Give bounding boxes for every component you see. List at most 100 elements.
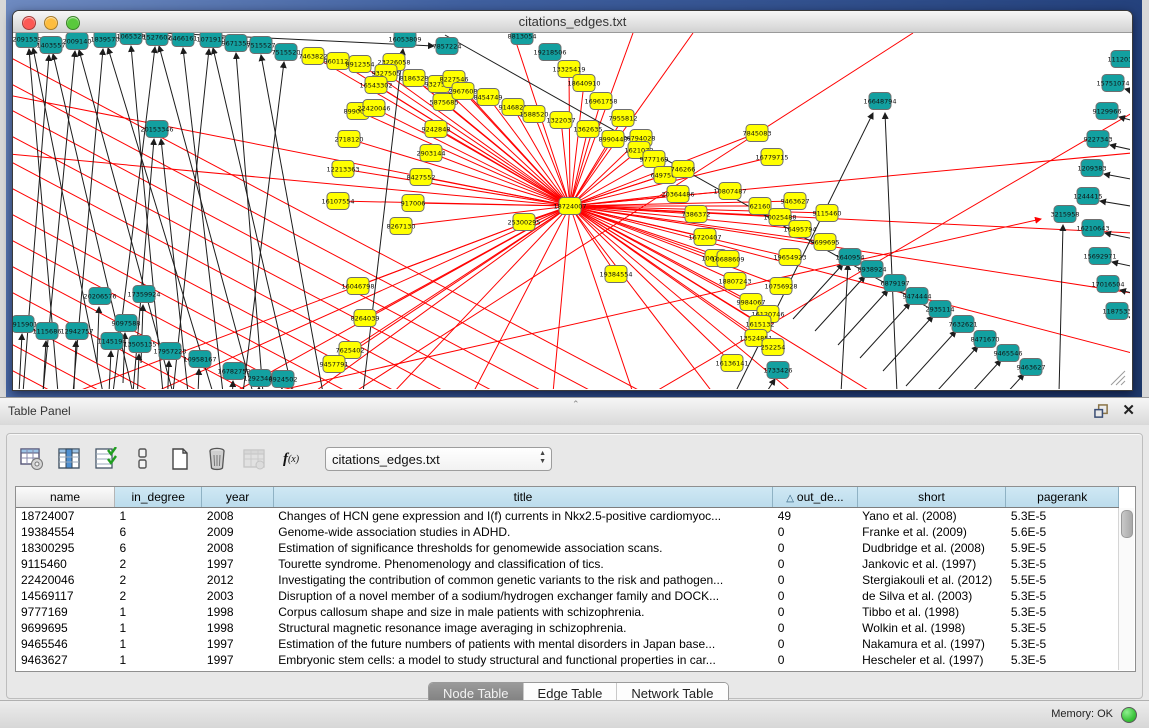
table-cell[interactable]: 2012: [202, 572, 273, 588]
table-cell[interactable]: 1: [114, 636, 201, 652]
table-cell[interactable]: Estimation of the future numbers of pati…: [273, 636, 772, 652]
table-cell[interactable]: 18300295: [16, 540, 114, 556]
table-cell[interactable]: 5.9E-5: [1006, 540, 1119, 556]
table-cell[interactable]: 1: [114, 604, 201, 620]
edge[interactable]: [159, 46, 253, 389]
table-cell[interactable]: 0: [773, 524, 857, 540]
table-cell[interactable]: 18724007: [16, 508, 114, 525]
selected-edge[interactable]: [13, 153, 570, 206]
column-header-in_degree[interactable]: in_degree: [114, 487, 201, 508]
table-cell[interactable]: 1997: [202, 556, 273, 572]
row-selection-icon[interactable]: [93, 446, 119, 472]
selected-edge[interactable]: [376, 85, 570, 206]
table-cell[interactable]: Stergiakouli et al. (2012): [857, 572, 1006, 588]
edge[interactable]: [1059, 225, 1063, 389]
edge[interactable]: [1129, 317, 1130, 330]
table-source-combobox[interactable]: citations_edges.txt ▲▼: [325, 447, 552, 471]
table-cell[interactable]: 9699695: [16, 620, 114, 636]
network-window[interactable]: citations_edges.txt 74638229601128891235…: [12, 10, 1133, 391]
selected-edge[interactable]: [431, 153, 570, 206]
table-cell[interactable]: Tourette syndrome. Phenomenology and cla…: [273, 556, 772, 572]
table-cell[interactable]: 9465546: [16, 636, 114, 652]
table-row[interactable]: 969969511998Structural magnetic resonanc…: [16, 620, 1119, 636]
table-cell[interactable]: 0: [773, 572, 857, 588]
show-columns-icon[interactable]: [56, 446, 82, 472]
column-header-name[interactable]: name: [16, 487, 114, 508]
table-vertical-scrollbar[interactable]: [1118, 508, 1134, 670]
table-cell[interactable]: 1997: [202, 652, 273, 668]
selected-edge[interactable]: [570, 129, 588, 206]
table-row[interactable]: 1938455462009Genome-wide association stu…: [16, 524, 1119, 540]
selected-edge[interactable]: [313, 206, 570, 389]
table-cell[interactable]: Hescheler et al. (1997): [857, 652, 1006, 668]
edge[interactable]: [1105, 233, 1130, 247]
column-header-title[interactable]: title: [273, 487, 772, 508]
table-cell[interactable]: Tibbo et al. (1998): [857, 604, 1006, 620]
table-cell[interactable]: 5.3E-5: [1006, 508, 1119, 525]
table-cell[interactable]: 1: [114, 508, 201, 525]
table-cell[interactable]: 49: [773, 508, 857, 525]
table-cell[interactable]: 22420046: [16, 572, 114, 588]
window-titlebar[interactable]: citations_edges.txt: [13, 11, 1132, 33]
table-cell[interactable]: 1: [114, 620, 201, 636]
table-cell[interactable]: 1998: [202, 604, 273, 620]
table-cell[interactable]: Wolkin et al. (1998): [857, 620, 1006, 636]
edge[interactable]: [279, 388, 282, 389]
delete-table-icon[interactable]: [241, 446, 267, 472]
scrollbar-thumb[interactable]: [1121, 510, 1133, 538]
selected-edge[interactable]: [436, 129, 570, 206]
table-cell[interactable]: 0: [773, 604, 857, 620]
column-header-year[interactable]: year: [202, 487, 273, 508]
network-canvas[interactable]: 7463822960112889123542322605893275051654…: [13, 33, 1130, 389]
edge[interactable]: [793, 264, 843, 319]
table-cell[interactable]: 5.3E-5: [1006, 636, 1119, 652]
table-cell[interactable]: 14569117: [16, 588, 114, 604]
edge[interactable]: [261, 55, 323, 389]
table-cell[interactable]: 1997: [202, 636, 273, 652]
table-cell[interactable]: Franke et al. (2009): [857, 524, 1006, 540]
edge[interactable]: [951, 360, 1001, 389]
edge[interactable]: [1104, 174, 1130, 187]
column-header-out_de[interactable]: △out_de...: [773, 487, 857, 508]
table-cell[interactable]: Investigating the contribution of common…: [273, 572, 772, 588]
edge[interactable]: [257, 387, 259, 389]
table-row[interactable]: 946554611997Estimation of the future num…: [16, 636, 1119, 652]
edge[interactable]: [213, 48, 293, 389]
edge[interactable]: [1125, 89, 1130, 101]
splitter-grip[interactable]: ⌃: [572, 399, 580, 410]
table-cell[interactable]: 2: [114, 556, 201, 572]
column-header-pagerank[interactable]: pagerank: [1006, 487, 1119, 508]
edge[interactable]: [753, 379, 775, 389]
table-cell[interactable]: Nakamura et al. (1997): [857, 636, 1006, 652]
table-cell[interactable]: 5.6E-5: [1006, 524, 1119, 540]
table-cell[interactable]: Genome-wide association studies in ADHD.: [273, 524, 772, 540]
table-cell[interactable]: 1: [114, 652, 201, 668]
table-cell[interactable]: 2009: [202, 524, 273, 540]
edge[interactable]: [1110, 145, 1130, 159]
table-cell[interactable]: Embryonic stem cells: a model to study s…: [273, 652, 772, 668]
close-panel-icon[interactable]: ✕: [1122, 402, 1135, 420]
table-cell[interactable]: 9463627: [16, 652, 114, 668]
table-cell[interactable]: 5.3E-5: [1006, 652, 1119, 668]
table-cell[interactable]: 5.3E-5: [1006, 620, 1119, 636]
table-cell[interactable]: 2: [114, 572, 201, 588]
edge[interactable]: [173, 49, 209, 389]
table-cell[interactable]: 19384554: [16, 524, 114, 540]
pill-icon[interactable]: [130, 446, 156, 472]
edge[interactable]: [1100, 201, 1130, 213]
table-cell[interactable]: Jankovic et al. (1997): [857, 556, 1006, 572]
function-builder-icon[interactable]: f(x): [278, 446, 304, 472]
selected-edge[interactable]: [393, 206, 570, 389]
table-row[interactable]: 977716911998Corpus callosum shape and si…: [16, 604, 1119, 620]
table-cell[interactable]: 5.3E-5: [1006, 556, 1119, 572]
table-row[interactable]: 1872400712008Changes of HCN gene express…: [16, 508, 1119, 525]
edge[interactable]: [1112, 262, 1130, 275]
table-cell[interactable]: Changes of HCN gene expression and I(f) …: [273, 508, 772, 525]
table-row[interactable]: 1830029562008Estimation of significance …: [16, 540, 1119, 556]
table-cell[interactable]: 0: [773, 620, 857, 636]
edge[interactable]: [928, 346, 978, 389]
selected-edge[interactable]: [569, 69, 570, 206]
delete-column-icon[interactable]: [204, 446, 230, 472]
table-row[interactable]: 946362711997Embryonic stem cells: a mode…: [16, 652, 1119, 668]
table-row[interactable]: 1456911722003Disruption of a novel membe…: [16, 588, 1119, 604]
